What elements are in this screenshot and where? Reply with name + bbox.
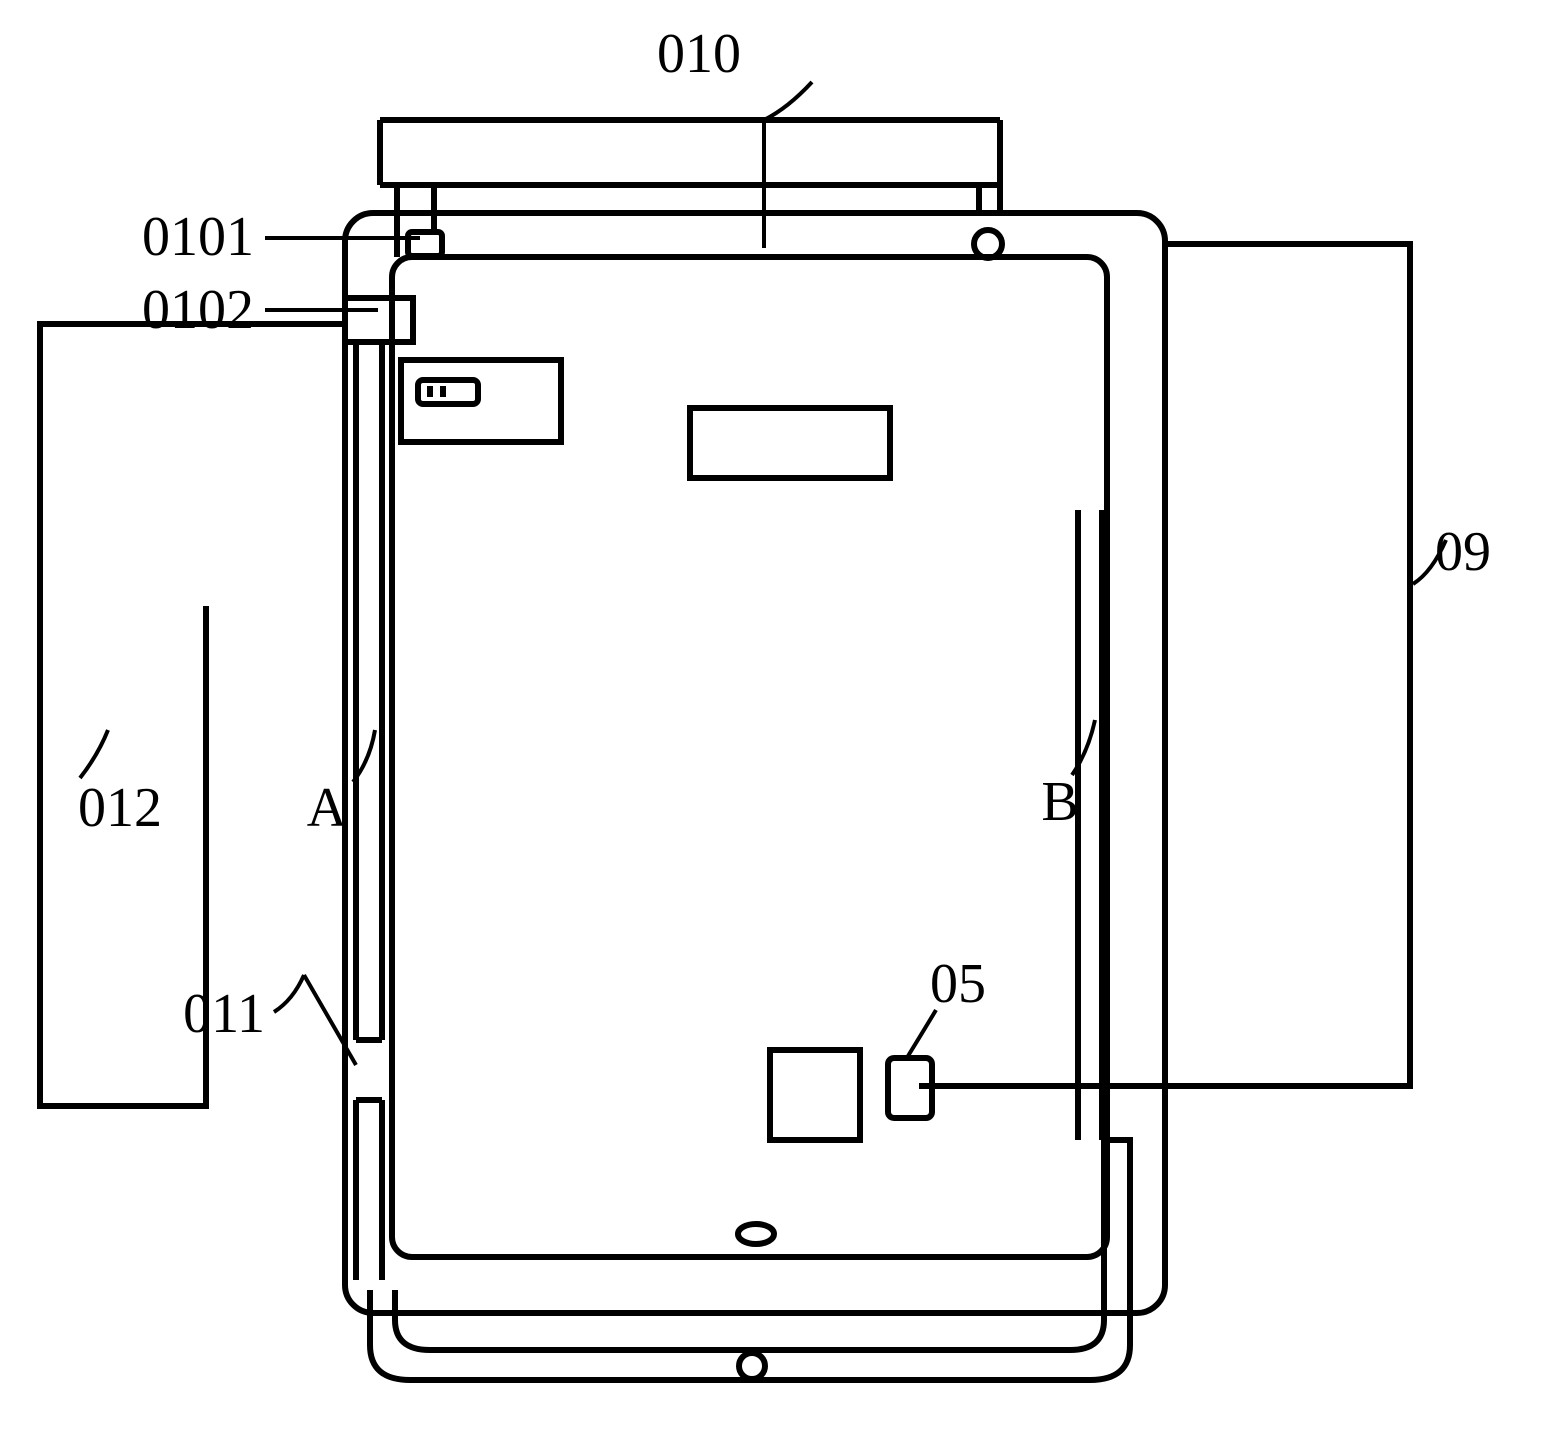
bar-B xyxy=(1078,510,1102,1140)
label-0102: 0102 xyxy=(142,279,254,341)
label-A-group: A xyxy=(307,730,375,839)
label-0101: 0101 xyxy=(142,206,254,268)
center-top-rect xyxy=(690,408,890,478)
bar-A xyxy=(356,344,382,1280)
label-B-group: B xyxy=(1041,720,1095,833)
inner-top-detail xyxy=(401,360,561,442)
label-05: 05 xyxy=(930,953,986,1015)
part-0102 xyxy=(345,298,413,342)
label-09: 09 xyxy=(1435,521,1491,583)
leader-010-curve xyxy=(764,82,812,120)
label-011-group: 011 xyxy=(183,975,356,1065)
label-011: 011 xyxy=(183,983,265,1045)
hole-tr xyxy=(974,230,1002,258)
top-bar xyxy=(380,120,1000,185)
part-0101 xyxy=(408,232,442,256)
parts-05: 05 xyxy=(770,953,986,1140)
hole-inner-bottom xyxy=(738,1224,774,1244)
label-A: A xyxy=(307,777,348,839)
patent-figure: 010 0101 0102 A xyxy=(0,0,1544,1440)
label-012: 012 xyxy=(78,777,162,839)
path-09: 09 xyxy=(919,244,1491,1086)
label-010: 010 xyxy=(657,23,741,85)
label-B: B xyxy=(1041,771,1078,833)
